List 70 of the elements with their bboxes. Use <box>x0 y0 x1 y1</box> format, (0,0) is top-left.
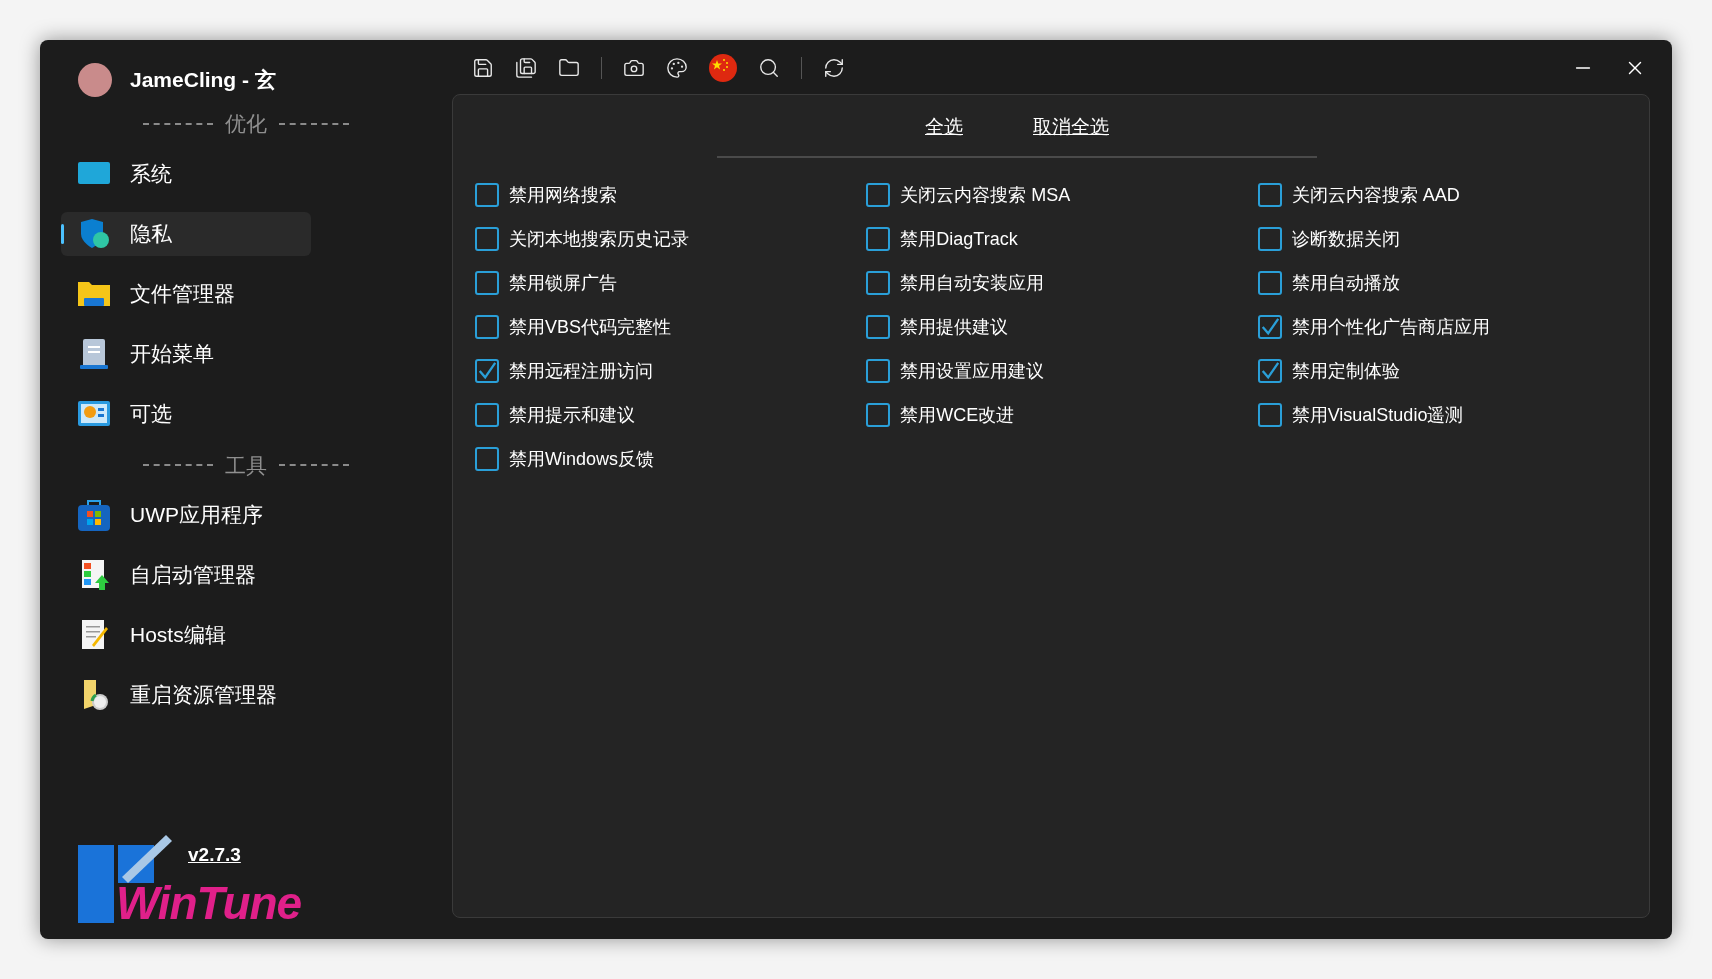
checkbox[interactable] <box>475 183 499 207</box>
checkbox[interactable] <box>866 183 891 207</box>
option-label: 禁用网络搜索 <box>509 183 617 207</box>
checkbox[interactable] <box>1257 183 1282 207</box>
logo-text: WinTune <box>116 883 301 923</box>
checkbox[interactable] <box>1257 315 1282 339</box>
store-bag-icon <box>78 499 110 531</box>
shield-icon <box>78 217 110 250</box>
option-label: 禁用VisualStudio遥测 <box>1291 403 1464 427</box>
checkbox[interactable] <box>1257 227 1282 251</box>
option-label: 禁用设置应用建议 <box>900 359 1045 383</box>
checkbox[interactable] <box>475 359 499 383</box>
option-label: 禁用自动播放 <box>1291 271 1400 295</box>
nav-item[interactable]: 开始菜单 <box>61 331 311 376</box>
palette-icon[interactable] <box>666 57 688 79</box>
checkbox[interactable] <box>1257 403 1282 427</box>
option-label: 禁用锁屏广告 <box>509 271 617 295</box>
check-icon <box>1259 316 1280 338</box>
save-all-icon[interactable] <box>515 57 537 79</box>
option-label: 禁用定制体验 <box>1291 359 1400 383</box>
select-link[interactable]: 取消全选 <box>1033 113 1109 142</box>
checkbox[interactable] <box>475 403 499 427</box>
camera-icon[interactable] <box>623 57 645 79</box>
section-heading: 优化 <box>225 111 267 137</box>
nav-item[interactable]: 系统 <box>61 151 311 196</box>
checkbox[interactable] <box>866 403 891 427</box>
check-icon <box>1259 360 1280 382</box>
folder-icon[interactable] <box>558 57 580 79</box>
refresh-icon[interactable] <box>823 57 845 79</box>
section-heading: 工具 <box>225 452 267 479</box>
nav-item[interactable]: Hosts编辑 <box>61 613 311 657</box>
select-link[interactable]: 全选 <box>925 113 963 142</box>
option-label: 关闭本地搜索历史记录 <box>509 227 689 251</box>
option-label: 禁用自动安装应用 <box>900 271 1045 295</box>
checkbox[interactable] <box>866 315 891 339</box>
windows-tile-icon <box>78 883 114 923</box>
flag-icon[interactable] <box>709 54 737 82</box>
checkbox[interactable] <box>866 271 891 295</box>
option-label: 禁用个性化广告商店应用 <box>1291 315 1490 339</box>
checkbox[interactable] <box>475 315 499 339</box>
nav-item[interactable]: 文件管理器 <box>61 271 311 316</box>
nav-item[interactable]: UWP应用程序 <box>61 493 311 537</box>
search-icon[interactable] <box>758 57 780 79</box>
checkbox[interactable] <box>475 271 499 295</box>
nav-item[interactable]: 重启资源管理器 <box>61 673 311 717</box>
avatar[interactable] <box>78 63 112 97</box>
option-label: 关闭云内容搜索 AAD <box>1291 183 1460 207</box>
option-label: 禁用提示和建议 <box>509 403 635 427</box>
nav-item[interactable]: 自启动管理器 <box>61 553 311 597</box>
option-label: 禁用提供建议 <box>900 315 1009 339</box>
checkbox[interactable] <box>1257 359 1282 383</box>
checkbox[interactable] <box>475 447 499 471</box>
version-link[interactable]: v2.7.3 <box>188 841 241 870</box>
save-icon[interactable] <box>472 57 494 79</box>
nav-item[interactable]: 可选 <box>61 391 311 436</box>
option-label: 禁用远程注册访问 <box>509 359 653 383</box>
option-label: 诊断数据关闭 <box>1291 227 1400 251</box>
document-icon <box>78 337 110 370</box>
check-icon <box>477 360 497 382</box>
user-name: JameCling - 玄 <box>130 67 276 94</box>
nav-item[interactable]: 隐私 <box>61 211 311 256</box>
option-label: 禁用Windows反馈 <box>509 447 655 471</box>
option-label: 关闭云内容搜索 MSA <box>900 183 1071 207</box>
option-label: 禁用WCE改进 <box>900 403 1015 427</box>
option-label: 禁用VBS代码完整性 <box>509 315 672 339</box>
checkbox[interactable] <box>866 227 891 251</box>
checkbox[interactable] <box>1257 271 1282 295</box>
checkbox[interactable] <box>475 227 499 251</box>
option-label: 禁用DiagTrack <box>900 227 1018 251</box>
checkbox[interactable] <box>866 359 891 383</box>
